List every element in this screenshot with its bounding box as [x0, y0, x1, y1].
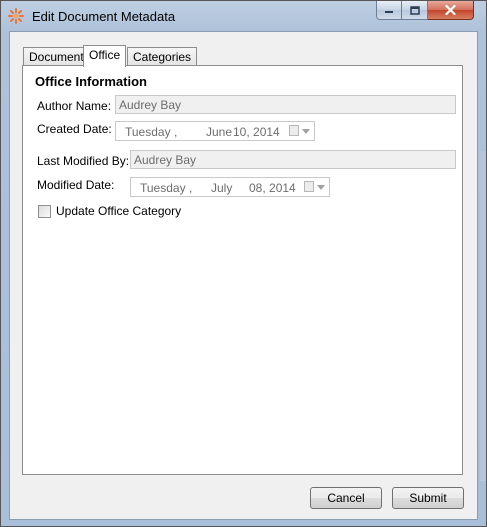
office-tab-panel: Office Information Author Name: Audrey B… [22, 65, 463, 475]
tab-office[interactable]: Office [83, 45, 127, 67]
dialog-client-area: Document Office Categories Office Inform… [9, 31, 478, 520]
close-icon [445, 5, 456, 15]
calendar-checkbox-icon[interactable] [289, 125, 299, 136]
tab-document[interactable]: Document [23, 47, 90, 66]
modified-date-picker[interactable]: Tuesday , July 08, 2014 [130, 177, 330, 197]
window-frame-edge [480, 151, 486, 481]
calendar-checkbox-icon[interactable] [304, 181, 314, 192]
last-modified-by-label: Last Modified By: [37, 154, 130, 168]
submit-button[interactable]: Submit [392, 487, 464, 509]
modified-date-weekday: Tuesday [140, 181, 186, 195]
last-modified-by-field[interactable]: Audrey Bay [130, 150, 456, 169]
close-button[interactable] [428, 1, 474, 20]
caption-buttons [376, 1, 474, 21]
modified-date-day-year: 08, 2014 [249, 181, 296, 195]
created-date-month: June [206, 125, 233, 139]
author-name-label: Author Name: [37, 99, 112, 113]
update-office-category-label[interactable]: Update Office Category [56, 204, 181, 218]
section-title: Office Information [35, 74, 147, 89]
created-date-separator: , [174, 125, 178, 139]
maximize-icon [409, 5, 420, 15]
minimize-button[interactable] [376, 1, 402, 20]
minimize-icon [385, 11, 393, 13]
created-date-label: Created Date: [37, 122, 112, 136]
author-name-field[interactable]: Audrey Bay [115, 95, 456, 114]
created-date-picker[interactable]: Tuesday , June 10, 2014 [115, 121, 315, 141]
maximize-button[interactable] [402, 1, 428, 20]
sunburst-app-icon [8, 8, 24, 24]
title-bar[interactable]: Edit Document Metadata [1, 1, 486, 31]
cancel-button[interactable]: Cancel [310, 487, 382, 509]
tab-categories[interactable]: Categories [127, 47, 198, 66]
window-title: Edit Document Metadata [32, 9, 176, 24]
dialog-window: Edit Document Metadata Document Office C… [0, 0, 487, 527]
chevron-down-icon[interactable] [302, 129, 310, 134]
modified-date-separator: , [189, 181, 193, 195]
created-date-weekday: Tuesday [125, 125, 171, 139]
chevron-down-icon[interactable] [317, 185, 325, 190]
created-date-day-year: 10, 2014 [233, 125, 280, 139]
update-office-category-checkbox[interactable] [38, 205, 51, 218]
modified-date-month: July [211, 181, 233, 195]
modified-date-label: Modified Date: [37, 178, 115, 192]
